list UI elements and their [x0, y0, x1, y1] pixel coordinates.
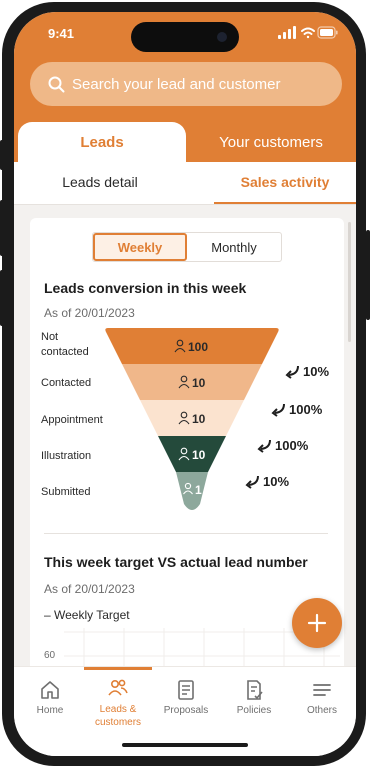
menu-icon	[313, 684, 331, 696]
conversion-rate-4-value: 10%	[263, 474, 290, 489]
target-as-of-text: As of 20/01/2023	[44, 582, 135, 596]
target-title: This week target VS actual lead number	[44, 554, 308, 570]
plus-icon	[307, 613, 327, 633]
stage-count-submitted: 1	[195, 483, 202, 497]
app-screen: 9:41 Search your lead and customer Leads…	[14, 12, 356, 756]
conversion-as-of: As of 20/01/2023	[44, 306, 135, 320]
nav-policies[interactable]: Policies	[220, 667, 288, 739]
conversion-rate-3-value: 100%	[275, 438, 309, 453]
wifi-icon	[301, 27, 315, 39]
status-time: 9:41	[48, 26, 75, 41]
conversion-rate-2: 100%	[270, 402, 322, 417]
stage-label-illustration: Illustration	[41, 450, 92, 462]
stage-label-submitted: Submitted	[41, 486, 91, 498]
volume-up-button	[0, 200, 4, 256]
monthly-option[interactable]: Monthly	[187, 233, 281, 261]
nav-policies-label: Policies	[236, 705, 272, 716]
target-as-of: As of 20/01/2023	[44, 582, 135, 596]
power-button	[366, 230, 370, 320]
nav-proposals-label: Proposals	[163, 705, 209, 716]
curved-arrow-icon	[245, 475, 259, 489]
conversion-title: Leads conversion in this week	[44, 280, 247, 296]
battery-icon	[317, 26, 338, 39]
tab-leads-detail[interactable]: Leads detail	[14, 162, 186, 202]
conversion-rate-4: 10%	[244, 474, 289, 489]
status-bar: 9:41	[14, 12, 356, 60]
legend-weekly-target: Weekly Target	[54, 608, 130, 622]
tab-your-customers[interactable]: Your customers	[186, 122, 356, 162]
conversion-rate-3: 100%	[256, 438, 308, 453]
nav-others-label: Others	[306, 705, 337, 716]
curved-arrow-icon	[257, 439, 271, 453]
stage-label-appointment: Appointment	[41, 414, 103, 426]
home-icon	[41, 681, 59, 699]
stage-label-contacted: Contacted	[41, 377, 92, 389]
scrollbar[interactable]	[348, 222, 351, 342]
curved-arrow-icon	[271, 403, 285, 417]
weekly-option[interactable]: Weekly	[93, 233, 187, 261]
stage-count-not-contacted: 100	[188, 340, 208, 354]
conversion-rate-1-value: 10%	[303, 364, 330, 379]
stage-label-not-contacted: Not contacted	[41, 331, 89, 358]
nav-leads-customers-label: Leads & customers	[94, 704, 142, 728]
policy-icon	[247, 680, 263, 700]
dynamic-island	[131, 22, 239, 52]
tab-sales-activity[interactable]: Sales activity	[214, 162, 356, 204]
stage-count-illustration: 10	[192, 448, 206, 462]
search-bar[interactable]: Search your lead and customer	[30, 62, 342, 106]
target-legend: – Weekly Target	[44, 608, 130, 622]
camera-icon	[217, 32, 227, 42]
search-placeholder: Search your lead and customer	[72, 75, 281, 93]
nav-leads-customers[interactable]: Leads & customers	[84, 667, 152, 739]
stage-count-contacted: 10	[192, 376, 206, 390]
funnel-stage-submitted	[176, 472, 208, 510]
document-icon	[178, 680, 194, 700]
stage-count-appointment: 10	[192, 412, 206, 426]
nav-home-label: Home	[36, 705, 64, 716]
conversion-rate-1: 10%	[284, 364, 329, 379]
nav-proposals[interactable]: Proposals	[152, 667, 220, 739]
people-icon	[108, 679, 128, 696]
add-lead-button[interactable]	[292, 598, 342, 648]
volume-down-button	[0, 270, 4, 326]
conversion-rate-2-value: 100%	[289, 402, 323, 417]
sub-tabs: Leads detail Sales activity	[14, 162, 356, 205]
tab-leads[interactable]: Leads	[18, 122, 186, 162]
section-divider	[44, 533, 328, 534]
mute-switch	[0, 140, 4, 170]
curved-arrow-icon	[285, 365, 299, 379]
top-tabs: Leads Your customers	[14, 122, 356, 162]
status-icons	[278, 26, 338, 39]
nav-others[interactable]: Others	[288, 667, 356, 739]
period-toggle: Weekly Monthly	[92, 232, 282, 262]
home-indicator	[122, 743, 248, 747]
signal-icon	[278, 26, 296, 39]
y-axis-tick: 60	[44, 650, 56, 661]
search-icon	[48, 76, 65, 92]
nav-home[interactable]: Home	[16, 667, 84, 739]
